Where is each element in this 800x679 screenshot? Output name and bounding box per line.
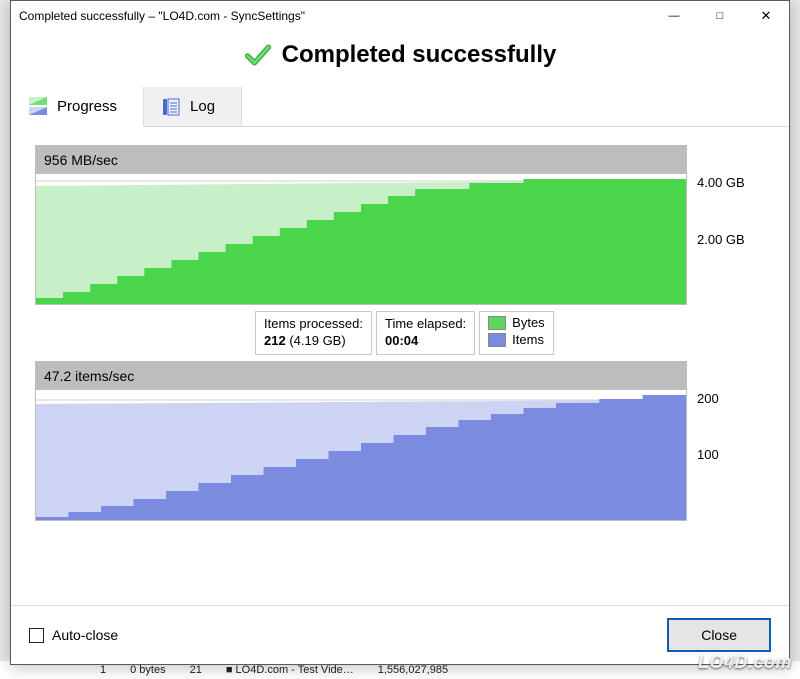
window-close-button[interactable]: ✕: [743, 1, 789, 31]
minimize-button[interactable]: —: [651, 1, 697, 31]
items-axis: 200 100: [697, 361, 765, 521]
items-tick-high: 200: [697, 391, 765, 404]
bytes-chart: 956 MB/sec: [35, 145, 687, 305]
bytes-chart-svg: [36, 174, 686, 304]
items-processed-size: (4.19 GB): [289, 333, 345, 348]
legend-items-label: Items: [512, 332, 544, 347]
legend: Bytes Items: [479, 311, 554, 355]
log-icon: [162, 98, 180, 116]
dialog-body: 956 MB/sec 4.00 GB 2.00 GB: [11, 127, 789, 605]
watermark: LO4D.com: [698, 652, 792, 673]
bytes-axis: 4.00 GB 2.00 GB: [697, 145, 765, 305]
auto-close-checkbox[interactable]: Auto-close: [29, 627, 118, 643]
items-processed-count: 212: [264, 333, 286, 348]
tab-log-label: Log: [190, 98, 215, 115]
items-rate-label: 47.2 items/sec: [36, 362, 686, 390]
titlebar[interactable]: Completed successfully – "LO4D.com - Syn…: [11, 1, 789, 31]
bytes-rate-label: 956 MB/sec: [36, 146, 686, 174]
legend-bytes-swatch: [488, 316, 506, 330]
checkbox-box-icon: [29, 628, 44, 643]
items-chart-row: 47.2 items/sec 200 100: [35, 361, 765, 521]
dialog-footer: Auto-close Close: [11, 605, 789, 664]
auto-close-label: Auto-close: [52, 627, 118, 643]
close-button[interactable]: Close: [667, 618, 771, 652]
tab-bar: Progress Log: [11, 87, 789, 127]
tab-progress[interactable]: Progress: [11, 87, 144, 127]
heading-text: Completed successfully: [282, 41, 557, 69]
items-chart: 47.2 items/sec: [35, 361, 687, 521]
window-title: Completed successfully – "LO4D.com - Syn…: [19, 9, 651, 23]
items-processed-label: Items processed:: [264, 316, 363, 333]
tab-progress-label: Progress: [57, 98, 117, 115]
time-elapsed-label: Time elapsed:: [385, 316, 466, 333]
items-tick-mid: 100: [697, 447, 765, 460]
tab-log[interactable]: Log: [144, 87, 242, 126]
legend-bytes-label: Bytes: [512, 315, 545, 330]
items-processed-stat: Items processed: 212 (4.19 GB): [255, 311, 372, 355]
stats-row: Items processed: 212 (4.19 GB) Time elap…: [255, 311, 765, 355]
time-elapsed-stat: Time elapsed: 00:04: [376, 311, 475, 355]
items-chart-svg: [36, 390, 686, 520]
maximize-button[interactable]: □: [697, 1, 743, 31]
progress-icon: [29, 97, 47, 115]
bytes-chart-row: 956 MB/sec 4.00 GB 2.00 GB: [35, 145, 765, 305]
time-elapsed-value: 00:04: [385, 333, 466, 350]
bytes-tick-high: 4.00 GB: [697, 175, 765, 188]
checkmark-icon: [244, 41, 272, 69]
heading: Completed successfully: [11, 31, 789, 87]
bytes-tick-mid: 2.00 GB: [697, 232, 765, 245]
legend-items-swatch: [488, 333, 506, 347]
dialog-window: Completed successfully – "LO4D.com - Syn…: [10, 0, 790, 665]
